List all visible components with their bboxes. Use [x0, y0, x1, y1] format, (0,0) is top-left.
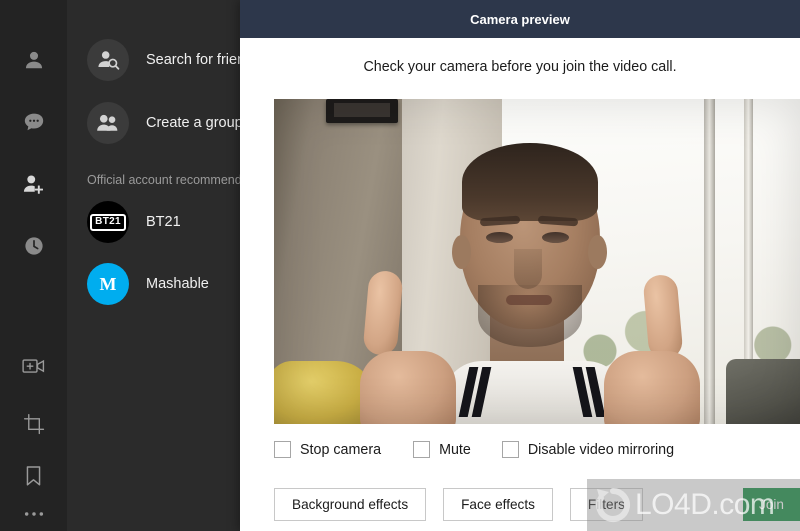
effects-button-row: Background effects Face effects Filters [274, 488, 643, 521]
left-icon-rail [0, 0, 67, 531]
group-person-icon [87, 102, 129, 144]
background-effects-button[interactable]: Background effects [274, 488, 427, 521]
sidebar-action-label: Create a group [146, 115, 243, 131]
checkbox-box[interactable] [501, 441, 519, 458]
checkbox-label: Stop camera [300, 441, 382, 458]
dialog-subtitle: Check your camera before you join the vi… [363, 59, 677, 75]
avatar: BT21 [87, 201, 129, 243]
checkbox-mute[interactable]: Mute [413, 441, 471, 458]
checkbox-label: Disable video mirroring [527, 441, 675, 458]
checkbox-box[interactable] [413, 441, 431, 458]
filters-button[interactable]: Filters [569, 488, 643, 521]
avatar-text: M [99, 273, 117, 294]
video-preview[interactable] [274, 99, 800, 424]
search-person-icon [87, 39, 129, 81]
profile-icon[interactable] [0, 40, 67, 80]
app-window: Search for friends Create a group Offici… [0, 0, 800, 531]
avatar: M [87, 263, 129, 305]
list-item-label: Mashable [146, 276, 209, 292]
checkbox-disable-video-mirroring[interactable]: Disable video mirroring [501, 441, 675, 458]
crop-screenshot-icon[interactable] [0, 404, 67, 444]
camera-preview-dialog: Camera preview Check your camera before … [240, 0, 800, 531]
more-options-icon[interactable] [0, 494, 67, 531]
list-item-label: BT21 [146, 214, 181, 230]
avatar-text: BT21 [90, 213, 126, 231]
join-button[interactable]: Join [743, 488, 800, 521]
preview-vignette [274, 99, 800, 424]
checkbox-label: Mute [439, 441, 471, 458]
recent-icon[interactable] [0, 226, 67, 266]
bookmark-icon[interactable] [0, 456, 67, 496]
add-video-call-icon[interactable] [0, 346, 67, 386]
chats-icon[interactable] [0, 102, 67, 142]
face-effects-button[interactable]: Face effects [443, 488, 553, 521]
add-contact-icon[interactable] [0, 164, 67, 204]
dialog-title-bar: Camera preview [240, 0, 800, 38]
checkbox-stop-camera[interactable]: Stop camera [274, 441, 381, 458]
page-title: Camera preview [470, 11, 570, 27]
checkbox-box[interactable] [274, 441, 291, 458]
preview-options-row: Stop camera Mute Disable video mirroring [274, 441, 674, 458]
